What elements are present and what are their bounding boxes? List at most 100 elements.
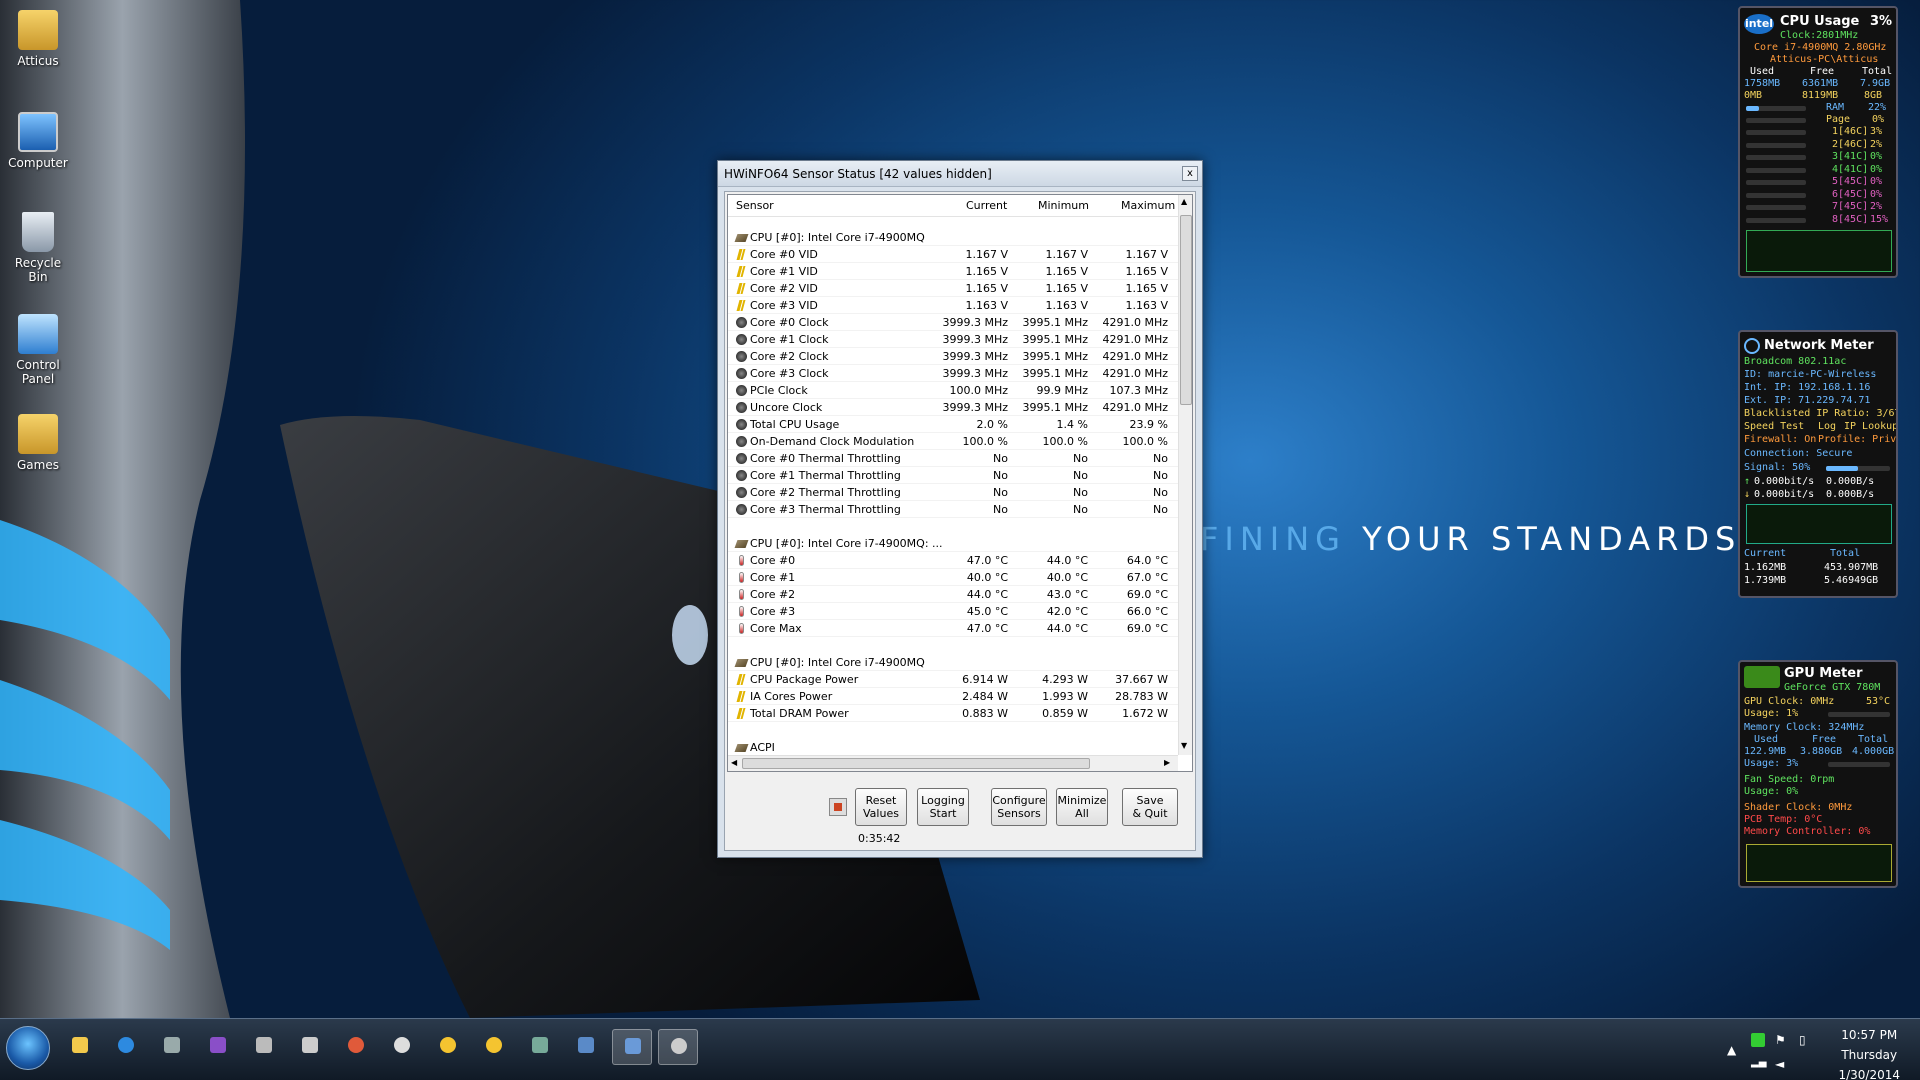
system-clock[interactable]: 10:57 PM Thursday 1/30/2014 <box>1838 1025 1900 1080</box>
gpu-meter-gadget[interactable]: GPU Meter GeForce GTX 780M GPU Clock: 0M… <box>1738 660 1898 888</box>
desktop-icon-atticus[interactable]: Atticus <box>6 10 70 68</box>
window-title[interactable]: HWiNFO64 Sensor Status [42 values hidden… <box>718 161 1202 187</box>
desktop-icon-games[interactable]: Games <box>6 414 70 472</box>
sensor-group-row[interactable]: CPU [#0]: Intel Core i7-4900MQ <box>728 229 1178 246</box>
reset-values-button[interactable]: Reset Values <box>855 788 907 826</box>
net-total-up: 453.907MB <box>1824 562 1879 573</box>
sensor-current: 3999.3 MHz <box>942 350 1008 363</box>
hwinfo-sensor-window[interactable]: HWiNFO64 Sensor Status [42 values hidden… <box>717 160 1203 858</box>
close-button[interactable]: x <box>1182 166 1198 181</box>
sensor-minimum: 44.0 °C <box>1046 622 1088 635</box>
taskbar-app-10[interactable] <box>474 1029 514 1065</box>
sensor-row[interactable]: Core #0 VID 1.167 V 1.167 V 1.167 V <box>728 246 1178 263</box>
vertical-scrollbar[interactable]: ▲ ▼ <box>1178 195 1192 755</box>
start-button[interactable] <box>6 1026 50 1070</box>
sensor-minimum: 3995.1 MHz <box>1022 350 1088 363</box>
security-tray-icon[interactable] <box>1751 1033 1765 1047</box>
taskbar-ie[interactable] <box>106 1029 146 1065</box>
taskbar-explorer[interactable] <box>60 1029 100 1065</box>
taskbar-app-8[interactable] <box>382 1029 422 1065</box>
sensor-group-row[interactable]: ACPI <box>728 739 1178 756</box>
scroll-right-icon[interactable]: ▶ <box>1164 758 1170 767</box>
save-quit-button[interactable]: Save & Quit <box>1122 788 1178 826</box>
minimize-all-button[interactable]: Minimize All <box>1056 788 1108 826</box>
sensor-row[interactable]: IA Cores Power 2.484 W 1.993 W 28.783 W <box>728 688 1178 705</box>
horizontal-scroll-thumb[interactable] <box>742 758 1090 769</box>
sensor-row[interactable]: Core #1 40.0 °C 40.0 °C 67.0 °C <box>728 569 1178 586</box>
taskbar-app-9[interactable] <box>428 1029 468 1065</box>
column-current[interactable]: Current <box>966 199 1007 212</box>
page-bar <box>1746 118 1806 123</box>
taskbar-app-3[interactable] <box>152 1029 192 1065</box>
column-minimum[interactable]: Minimum <box>1038 199 1089 212</box>
sensor-row[interactable]: Core #1 Clock 3999.3 MHz 3995.1 MHz 4291.0 … <box>728 331 1178 348</box>
column-sensor[interactable]: Sensor <box>736 199 774 212</box>
sensor-name: Core #0 Thermal Throttling <box>750 452 901 465</box>
horizontal-scrollbar[interactable]: ◀ ▶ <box>728 755 1178 771</box>
sensor-current: No <box>993 486 1008 499</box>
sensor-row[interactable]: Core #1 Thermal Throttling No No No <box>728 467 1178 484</box>
speed-test-link[interactable]: Speed Test <box>1744 421 1804 432</box>
taskbar-app-12[interactable] <box>566 1029 606 1065</box>
sensor-row[interactable]: Core #3 Thermal Throttling No No No <box>728 501 1178 518</box>
column-maximum[interactable]: Maximum <box>1121 199 1175 212</box>
action-center-flag-icon[interactable]: ⚑ <box>1775 1033 1789 1047</box>
sensor-row[interactable]: Core #3 45.0 °C 42.0 °C 66.0 °C <box>728 603 1178 620</box>
taskbar-app-4[interactable] <box>198 1029 238 1065</box>
log-link[interactable]: Log <box>1818 421 1836 432</box>
sensor-row[interactable]: Core #2 Clock 3999.3 MHz 3995.1 MHz 4291.0 … <box>728 348 1178 365</box>
sensor-row[interactable]: Core #3 Clock 3999.3 MHz 3995.1 MHz 4291.0 … <box>728 365 1178 382</box>
power-tray-icon[interactable]: ▯ <box>1799 1033 1813 1047</box>
speaker-tray-icon[interactable]: ◄ <box>1775 1057 1789 1071</box>
sensor-row[interactable]: Core #0 Thermal Throttling No No No <box>728 450 1178 467</box>
sensor-row[interactable]: Core #2 Thermal Throttling No No No <box>728 484 1178 501</box>
core-value: 0% <box>1870 188 1883 200</box>
gpu-mem-clock: Memory Clock: 324MHz <box>1744 722 1865 733</box>
internet-explorer-icon <box>118 1037 134 1053</box>
taskbar-app-11[interactable] <box>520 1029 560 1065</box>
cpu-history-graph <box>1746 230 1892 272</box>
vertical-scroll-thumb[interactable] <box>1180 215 1192 405</box>
scroll-left-icon[interactable]: ◀ <box>731 758 737 767</box>
sensor-group-row[interactable]: CPU [#0]: Intel Core i7-4900MQ <box>728 654 1178 671</box>
sensor-row[interactable]: Core #0 47.0 °C 44.0 °C 64.0 °C <box>728 552 1178 569</box>
wifi-signal-tray-icon[interactable]: ▂▄ <box>1751 1057 1766 1071</box>
sensor-row[interactable]: Total CPU Usage 2.0 % 1.4 % 23.9 % <box>728 416 1178 433</box>
core-value: 2% <box>1870 138 1883 150</box>
sensor-row[interactable]: Core #2 VID 1.165 V 1.165 V 1.165 V <box>728 280 1178 297</box>
configure-sensors-button[interactable]: Configure Sensors <box>991 788 1047 826</box>
gpu-mem-usage: Usage: 3% <box>1744 758 1799 769</box>
scroll-down-icon[interactable]: ▼ <box>1181 741 1187 750</box>
sensor-row[interactable]: CPU Package Power 6.914 W 4.293 W 37.667 W <box>728 671 1178 688</box>
sensor-row[interactable]: Core #0 Clock 3999.3 MHz 3995.1 MHz 4291.0 … <box>728 314 1178 331</box>
net-int-ip: Int. IP: 192.168.1.16 <box>1744 382 1871 393</box>
sensor-row[interactable]: Core Max 47.0 °C 44.0 °C 69.0 °C <box>728 620 1178 637</box>
taskbar-app-5[interactable] <box>244 1029 284 1065</box>
sensor-minimum: No <box>1073 503 1088 516</box>
sensor-row[interactable]: Core #2 44.0 °C 43.0 °C 69.0 °C <box>728 586 1178 603</box>
sensor-group-row[interactable]: CPU [#0]: Intel Core i7-4900MQ: ... <box>728 535 1178 552</box>
show-hidden-icons[interactable]: ▲ <box>1727 1043 1741 1057</box>
taskbar-app-6[interactable] <box>290 1029 330 1065</box>
cpu-usage-gadget[interactable]: intel CPU Usage 3% Clock:2801MHz Core i7… <box>1738 6 1898 278</box>
record-icon[interactable] <box>829 798 847 816</box>
sensor-list[interactable]: Sensor Current Minimum Maximum CPU [#0]:… <box>727 194 1193 772</box>
network-meter-gadget[interactable]: Network Meter Broadcom 802.11ac ID: marc… <box>1738 330 1898 598</box>
sensor-row[interactable]: Core #1 VID 1.165 V 1.165 V 1.165 V <box>728 263 1178 280</box>
scroll-up-icon[interactable]: ▲ <box>1181 197 1187 206</box>
lightning-icon <box>736 300 746 311</box>
sensor-row[interactable]: On-Demand Clock Modulation 100.0 % 100.0 %… <box>728 433 1178 450</box>
taskbar-hwinfo[interactable] <box>612 1029 652 1065</box>
sensor-row[interactable]: Core #3 VID 1.163 V 1.163 V 1.163 V <box>728 297 1178 314</box>
taskbar-app-7[interactable] <box>336 1029 376 1065</box>
ip-lookup-link[interactable]: IP Lookup <box>1844 421 1896 432</box>
core-load-bar <box>1746 180 1806 185</box>
sensor-row[interactable]: PCIe Clock 100.0 MHz 99.9 MHz 107.3 MHz <box>728 382 1178 399</box>
taskbar-app-14[interactable] <box>658 1029 698 1065</box>
sensor-row[interactable]: Total DRAM Power 0.883 W 0.859 W 1.672 W <box>728 705 1178 722</box>
logging-start-button[interactable]: Logging Start <box>917 788 969 826</box>
desktop-icon-control-panel[interactable]: Control Panel <box>6 314 70 386</box>
sensor-row[interactable]: Uncore Clock 3999.3 MHz 3995.1 MHz 4291.0 M… <box>728 399 1178 416</box>
desktop-icon-computer[interactable]: Computer <box>6 112 70 170</box>
desktop-icon-recycle-bin[interactable]: Recycle Bin <box>6 212 70 284</box>
